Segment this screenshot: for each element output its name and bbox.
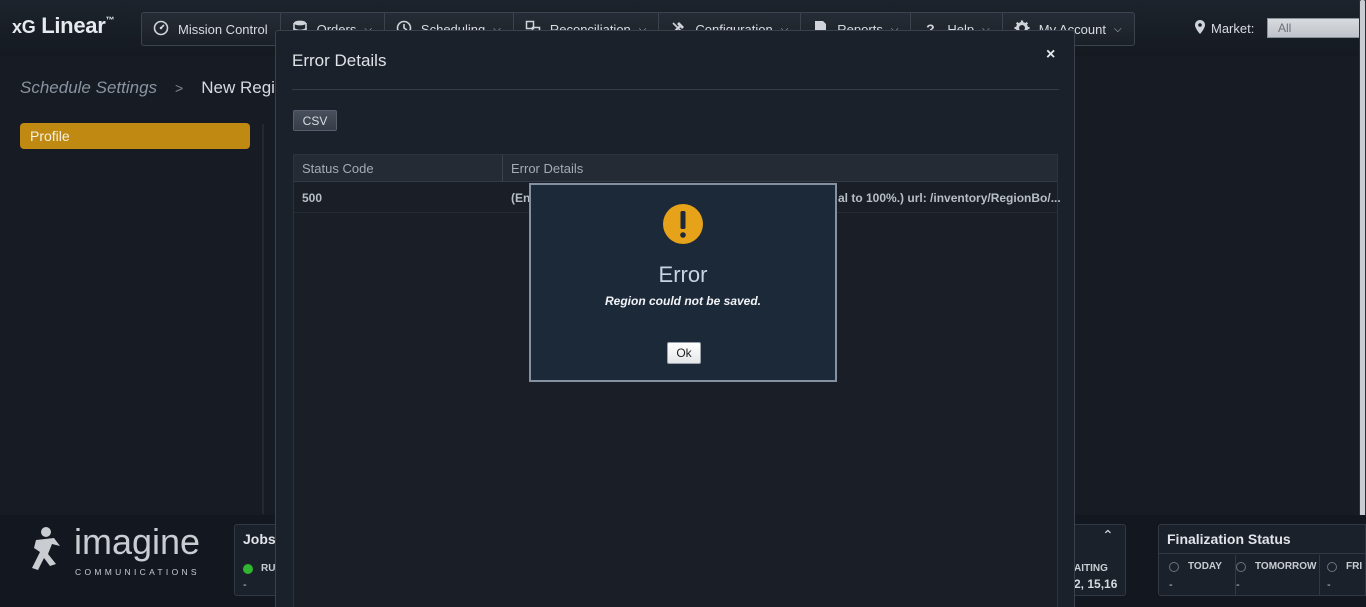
- jobs-title: Jobs: [243, 531, 276, 547]
- sidebar-divider: [262, 124, 264, 514]
- finalization-today-value: -: [1169, 579, 1173, 591]
- ok-button[interactable]: Ok: [667, 342, 701, 364]
- grid-header: Status Code Error Details: [294, 155, 1057, 182]
- app-logo[interactable]: xG Linear™: [12, 13, 114, 39]
- waiting-value: 2, 15,16: [1074, 577, 1118, 591]
- gauge-icon: [152, 20, 170, 39]
- finalization-fri-value: -: [1327, 579, 1331, 591]
- finalization-fri[interactable]: FRI T: [1327, 561, 1365, 572]
- close-icon[interactable]: ×: [1046, 46, 1055, 64]
- finalization-tomorrow[interactable]: TOMORROW: [1236, 561, 1316, 572]
- breadcrumb-parent-link[interactable]: Schedule Settings: [20, 78, 157, 98]
- waiting-label: AITING: [1074, 563, 1108, 574]
- market-label: Market:: [1211, 21, 1255, 36]
- finalization-cell-label: FRI T: [1346, 561, 1365, 572]
- radio-icon: [1169, 561, 1179, 572]
- finalization-title: Finalization Status: [1167, 531, 1291, 547]
- nav-mission-control[interactable]: Mission Control: [141, 12, 280, 46]
- finalization-today[interactable]: TODAY: [1169, 561, 1222, 572]
- radio-icon: [1236, 561, 1246, 572]
- nav-label: Mission Control: [178, 21, 268, 37]
- logo-trademark: ™: [105, 15, 115, 25]
- map-pin-icon: [1195, 20, 1205, 37]
- jobs-status-label: RU: [261, 563, 276, 574]
- modal-title: Error Details: [292, 51, 387, 70]
- finalization-divider: [1319, 555, 1320, 595]
- finalization-cell-label: TOMORROW: [1255, 561, 1317, 572]
- finalization-status-panel: Finalization Status TODAY - TOMORROW - F…: [1158, 524, 1366, 596]
- jobs-value: -: [243, 579, 247, 591]
- page-scrollbar-thumb[interactable]: [1360, 0, 1365, 520]
- imagine-communications-logo: imagine COMMUNICATIONS: [32, 521, 200, 577]
- finalization-separator: [1159, 553, 1365, 554]
- csv-export-button[interactable]: CSV: [293, 110, 337, 131]
- finalization-tomorrow-value: -: [1236, 579, 1240, 591]
- imagine-logo-text: imagine: [74, 521, 200, 562]
- finalization-cell-label: TODAY: [1188, 561, 1222, 572]
- imagine-logo-subtext: COMMUNICATIONS: [75, 567, 200, 577]
- chevron-up-icon[interactable]: ⌃: [1102, 527, 1114, 544]
- breadcrumb: Schedule Settings > New Region: [20, 78, 294, 98]
- logo-prefix: xG: [12, 17, 36, 37]
- error-details-cell-start: (En: [511, 191, 531, 205]
- warning-icon: [663, 204, 703, 244]
- market-label-group: Market:: [1195, 20, 1254, 37]
- sidebar-item-profile[interactable]: Profile: [20, 123, 250, 149]
- status-code-cell: 500: [302, 191, 323, 205]
- alert-message: Region could not be saved.: [604, 294, 762, 308]
- jobs-running-status: RU: [243, 563, 275, 574]
- market-select[interactable]: All: [1267, 18, 1366, 38]
- status-green-icon: [243, 563, 253, 574]
- error-alert-dialog: Error Region could not be saved. Ok: [529, 183, 837, 382]
- column-divider: [502, 155, 503, 182]
- radio-icon: [1327, 561, 1337, 572]
- jobs-panel-right: ⌃ AITING 2, 15,16: [1074, 524, 1126, 596]
- chevron-down-icon: ⌵: [1113, 23, 1122, 35]
- error-details-cell-end: al to 100%.) url: /inventory/RegionBo/..…: [838, 191, 1061, 205]
- logo-main: Linear: [41, 13, 106, 38]
- breadcrumb-separator: >: [175, 80, 184, 96]
- alert-title: Error: [658, 262, 708, 287]
- column-header-status-code[interactable]: Status Code: [302, 161, 374, 176]
- column-header-error-details[interactable]: Error Details: [511, 161, 583, 176]
- modal-divider: [292, 89, 1059, 90]
